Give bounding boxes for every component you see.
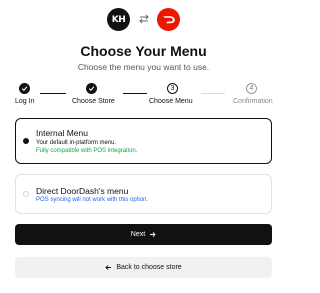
option-description: Your default in-platform menu. xyxy=(36,140,117,146)
step-3-label: Choose Menu xyxy=(149,98,193,105)
option-title: Internal Menu xyxy=(36,128,88,138)
step-2-label: Choose Store xyxy=(72,98,115,105)
progress-stepper: 3 4 Log In Choose Store Choose Menu Conf… xyxy=(0,80,287,110)
radio-selected-icon[interactable] xyxy=(23,138,29,144)
step-connector-2 xyxy=(123,93,147,94)
arrow-left-icon xyxy=(105,265,112,270)
page-subtitle: Choose the menu you want to use. xyxy=(77,62,210,72)
option-pos-warning: POS syncing will not work with this opti… xyxy=(36,197,149,203)
option-title: Direct DoorDash's menu xyxy=(36,186,129,196)
step-4-label: Confirmation xyxy=(233,98,273,105)
kh-logo-text: KH xyxy=(111,14,126,25)
step-connector-1 xyxy=(40,93,66,94)
back-to-choose-store-button[interactable]: Back to choose store xyxy=(15,257,272,278)
next-button[interactable]: Next xyxy=(15,224,272,245)
next-button-label: Next xyxy=(130,231,146,238)
option-compatibility-note: Fully compatible with POS integration. xyxy=(36,148,138,154)
step-3-number: 3 xyxy=(167,83,178,94)
page-title: Choose Your Menu xyxy=(80,43,207,59)
step-connector-3 xyxy=(201,93,225,94)
step-4-number: 4 xyxy=(246,83,257,94)
option-internal-menu[interactable]: Internal Menu Your default in-platform m… xyxy=(15,118,272,164)
kh-logo: KH xyxy=(107,8,130,31)
swap-arrows-icon xyxy=(139,14,149,24)
step-1-label: Log In xyxy=(15,98,35,105)
step-1-check-icon xyxy=(19,83,30,94)
integration-logos: KH xyxy=(0,8,287,32)
radio-unselected-icon[interactable] xyxy=(23,191,29,197)
doordash-logo xyxy=(157,8,180,31)
back-button-label: Back to choose store xyxy=(116,264,182,271)
doordash-icon xyxy=(162,16,175,24)
step-2-check-icon xyxy=(86,83,97,94)
arrow-right-icon xyxy=(150,232,156,237)
option-doordash-menu[interactable]: Direct DoorDash's menu POS syncing will … xyxy=(15,174,272,214)
